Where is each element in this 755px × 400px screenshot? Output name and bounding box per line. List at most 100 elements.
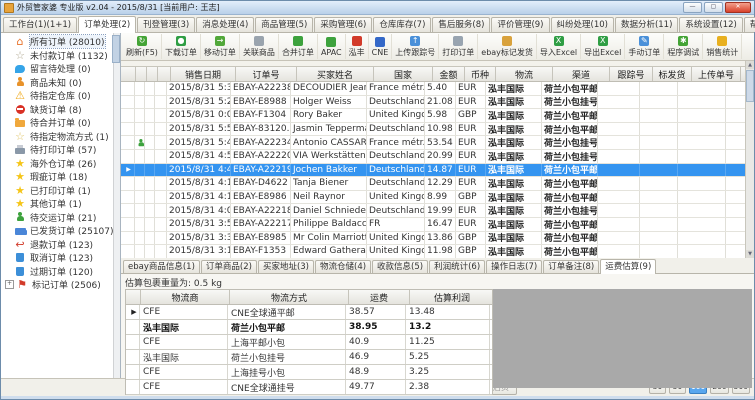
order-row[interactable]: 2015/8/31 5:37EBAY-A22238DECOUDIER Jean-…: [121, 82, 754, 96]
hongfeng-button[interactable]: 泓丰: [346, 34, 369, 59]
grid-header-logistics[interactable]: 物流: [496, 67, 553, 81]
main-tab-13[interactable]: 帮助关于(13): [744, 17, 755, 32]
sidebar-item-assign-warehouse[interactable]: ⚠待指定仓库 (0): [1, 89, 120, 103]
grid-vertical-scrollbar[interactable]: ▲ ▼: [745, 61, 754, 258]
detail-tab-3[interactable]: 买家地址(3): [258, 260, 314, 273]
sidebar-item-unpaid[interactable]: ☆未付款订单 (1132): [1, 49, 120, 63]
main-tab-5[interactable]: 商品管理(5): [255, 17, 313, 32]
order-row[interactable]: 2015/8/31 5:47EBAY-A22234Antonio CASSARO…: [121, 136, 754, 150]
order-row[interactable]: 2015/8/31 4:53EBAY-A22220VIA Werkstätten…: [121, 150, 754, 164]
sidebar-item-other[interactable]: ★其他订单 (1): [1, 197, 120, 211]
merge-orders-button[interactable]: 合并订单: [279, 34, 318, 59]
scroll-down-arrow[interactable]: ▼: [746, 250, 754, 258]
sidebar-item-to-print[interactable]: 待打印订单 (57): [1, 143, 120, 157]
freight-row[interactable]: CFECNE全球通挂号49.772.38: [126, 380, 492, 395]
sidebar-item-all-orders[interactable]: ⌂所有订单 (28010): [1, 35, 120, 49]
main-tab-6[interactable]: 采购管理(6): [314, 17, 372, 32]
move-order-button[interactable]: →移动订单: [201, 34, 240, 59]
detail-tab-7[interactable]: 操作日志(7): [486, 260, 542, 273]
sidebar-item-expired[interactable]: 过期订单 (120): [1, 265, 120, 279]
freight-header-0[interactable]: 物流商: [141, 290, 230, 304]
detail-tab-4[interactable]: 物流仓储(4): [315, 260, 371, 273]
freight-header-1[interactable]: 物流方式: [230, 290, 349, 304]
sidebar-item-to-dispatch[interactable]: 待交运订单 (21): [1, 211, 120, 225]
print-order-button[interactable]: 打印订单: [439, 34, 478, 59]
maximize-button[interactable]: ▢: [704, 2, 723, 13]
freight-header-2[interactable]: 运费: [349, 290, 410, 304]
ebay-mark-shipped-button[interactable]: ebay标记发货: [478, 34, 537, 59]
order-row[interactable]: 2015/8/31 3:18EBAY-F1353Edward GatheralU…: [121, 245, 754, 258]
sidebar-item-marked[interactable]: +⚑标记订单 (2506): [1, 278, 120, 292]
sidebar-scrollbar[interactable]: [113, 33, 120, 378]
detail-tab-8[interactable]: 订单备注(8): [543, 260, 599, 273]
grid-header-order_no[interactable]: 订单号: [236, 67, 297, 81]
sidebar-item-overseas-warehouse[interactable]: ★海外仓订单 (26): [1, 157, 120, 171]
order-row[interactable]: ▶2015/8/31 4:45EBAY-A22219Jochen BakkerD…: [121, 164, 754, 178]
sidebar-item-cancelled[interactable]: 取消订单 (123): [1, 251, 120, 265]
apac-button[interactable]: APAC: [318, 34, 346, 59]
grid-header-currency[interactable]: 币种: [465, 67, 496, 81]
export-excel-button[interactable]: X导出Excel: [581, 34, 625, 59]
cne-button[interactable]: CNE: [369, 34, 393, 59]
detail-tab-9[interactable]: 运费估算(9): [600, 259, 656, 274]
freight-row[interactable]: 泓丰国际荷兰小包平邮38.9513.2: [126, 320, 492, 335]
main-tab-3[interactable]: 刊登管理(3): [137, 17, 195, 32]
main-tab-2[interactable]: 订单处理(2): [78, 16, 136, 33]
sidebar-item-printed[interactable]: ★已打印订单 (1): [1, 184, 120, 198]
upload-tracking-button[interactable]: ↑上传跟踪号: [392, 34, 439, 59]
grid-header-tracking[interactable]: 跟踪号: [610, 67, 653, 81]
link-products-button[interactable]: 关联商品: [240, 34, 279, 59]
main-tab-8[interactable]: 售后服务(8): [432, 17, 490, 32]
sidebar-item-assign-logistics[interactable]: ☆待指定物流方式 (1): [1, 130, 120, 144]
detail-tab-6[interactable]: 利润统计(6): [429, 260, 485, 273]
order-row[interactable]: 2015/8/31 0:00EBAY-F1304Rory BakerUnited…: [121, 109, 754, 123]
sidebar-item-to-merge[interactable]: 待合并订单 (0): [1, 116, 120, 130]
close-button[interactable]: ✕: [725, 2, 751, 13]
sidebar-item-messages-pending[interactable]: 留言待处理 (0): [1, 62, 120, 76]
download-orders-button[interactable]: ●下载订单: [162, 34, 201, 59]
grid-header-flag[interactable]: 标发货: [653, 67, 692, 81]
freight-row[interactable]: 泓丰国际荷兰小包挂号46.95.25: [126, 350, 492, 365]
sales-stats-button[interactable]: 销售统计: [703, 34, 742, 59]
scroll-up-arrow[interactable]: ▲: [746, 61, 754, 69]
detail-tab-1[interactable]: ebay商品信息(1): [123, 260, 200, 273]
sidebar-item-out-of-stock[interactable]: 缺货订单 (8): [1, 103, 120, 117]
main-tab-4[interactable]: 消息处理(4): [196, 17, 254, 32]
sidebar-item-marked-expand-toggle[interactable]: +: [5, 280, 14, 289]
order-row[interactable]: 2015/8/31 3:53EBAY-A22217Philippe Baldac…: [121, 218, 754, 232]
sidebar-item-refunded[interactable]: ↩退款订单 (123): [1, 238, 120, 252]
sidebar-item-defective[interactable]: ★瑕疵订单 (18): [1, 170, 120, 184]
freight-row[interactable]: ▶CFECNE全球通平邮38.5713.48: [126, 305, 492, 320]
order-row[interactable]: 2015/8/31 4:11EBAY-E8986Neil RaynorUnite…: [121, 191, 754, 205]
grid-header-channel[interactable]: 渠道: [553, 67, 610, 81]
order-row[interactable]: 2015/8/31 4:15EBAY-D4622Tanja BienerDeut…: [121, 177, 754, 191]
main-tab-1[interactable]: 工作台(1)(1+1): [3, 17, 77, 32]
sidebar-scroll-thumb[interactable]: [112, 35, 120, 63]
main-tab-12[interactable]: 系统设置(12): [679, 17, 742, 32]
manual-order-button[interactable]: ✎手动订单: [625, 34, 664, 59]
grid-header-date[interactable]: 销售日期: [171, 67, 236, 81]
order-row[interactable]: 2015/8/31 5:28EBAY-E8988Holger WeissDeut…: [121, 96, 754, 110]
grid-header-amount[interactable]: 金额: [433, 67, 465, 81]
main-tab-10[interactable]: 纠纷处理(10): [551, 17, 614, 32]
sidebar-item-shipped[interactable]: 已发货订单 (25107): [1, 224, 120, 238]
freight-row[interactable]: CFE上海挂号小包48.93.25: [126, 365, 492, 380]
main-tab-9[interactable]: 评价管理(9): [491, 17, 549, 32]
refresh-button[interactable]: ↻刷新(F5): [123, 34, 162, 59]
detail-tab-2[interactable]: 订单商品(2): [201, 260, 257, 273]
order-row[interactable]: 2015/8/31 5:58EBAY-83120...Jasmin Tepper…: [121, 123, 754, 137]
grid-header-buyer[interactable]: 买家姓名: [297, 67, 374, 81]
freight-header-3[interactable]: 估算利润: [410, 290, 495, 304]
freight-row[interactable]: CFE上海平邮小包40.911.25: [126, 335, 492, 350]
order-row[interactable]: 2015/8/31 4:00EBAY-A22218Daniel Schniede…: [121, 204, 754, 218]
order-row[interactable]: 2015/8/31 3:30EBAY-E8985Mr Colin Marriot…: [121, 232, 754, 246]
grid-header-upload[interactable]: 上传单号: [692, 67, 741, 81]
main-tab-7[interactable]: 仓库库存(7): [373, 17, 431, 32]
scroll-thumb[interactable]: [746, 70, 754, 102]
minimize-button[interactable]: —: [683, 2, 702, 13]
grid-header-country[interactable]: 国家: [374, 67, 433, 81]
sidebar-item-unknown-product[interactable]: 商品未知 (0): [1, 76, 120, 90]
detail-tab-5[interactable]: 收款信息(5): [372, 260, 428, 273]
import-excel-button[interactable]: X导入Excel: [537, 34, 581, 59]
program-debug-button[interactable]: ✱程序调试: [664, 34, 703, 59]
